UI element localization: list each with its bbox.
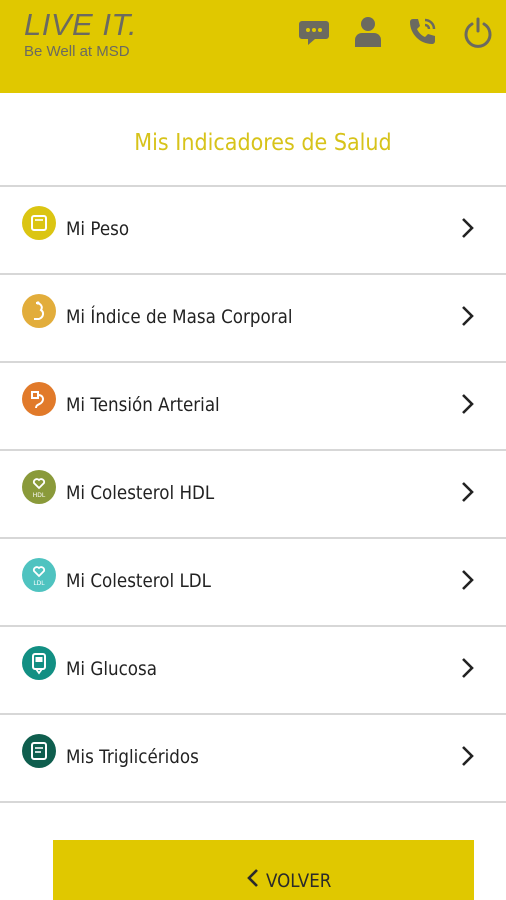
page-title: Mis Indicadores de Salud	[134, 130, 392, 156]
app-header: LIVE IT. Be Well at MSD	[0, 0, 506, 93]
indicator-label: Mi Glucosa	[66, 658, 157, 680]
body-mass-icon	[22, 294, 56, 328]
ldl-badge-text: LDL	[33, 580, 45, 587]
indicator-label: Mis Triglicéridos	[66, 746, 199, 768]
indicator-row-ldl[interactable]: LDL Mi Colesterol LDL	[0, 539, 506, 627]
chevron-right-icon	[460, 217, 476, 239]
indicator-label: Mi Tensión Arterial	[66, 394, 220, 416]
chevron-right-icon	[460, 745, 476, 767]
hdl-badge-text: HDL	[33, 492, 46, 499]
indicator-row-glucosa[interactable]: Mi Glucosa	[0, 627, 506, 715]
chevron-right-icon	[460, 481, 476, 503]
back-button[interactable]	[53, 840, 474, 900]
indicator-row-tension[interactable]: Mi Tensión Arterial	[0, 363, 506, 451]
indicator-label: Mi Peso	[66, 218, 130, 240]
indicator-label: Mi Colesterol HDL	[66, 482, 215, 504]
indicator-row-trigliceridos[interactable]: Mis Triglicéridos	[0, 715, 506, 803]
chevron-right-icon	[460, 393, 476, 415]
scale-icon	[22, 206, 56, 240]
indicator-row-peso[interactable]: Mi Peso	[0, 185, 506, 275]
app-tagline: Be Well at MSD	[24, 43, 130, 60]
chevron-left-icon	[246, 868, 260, 890]
profile-icon[interactable]	[352, 16, 384, 48]
phone-icon[interactable]	[406, 16, 438, 48]
blood-pressure-icon	[22, 382, 56, 416]
chevron-right-icon	[460, 657, 476, 679]
indicator-label: Mi Colesterol LDL	[66, 570, 211, 592]
cholesterol-hdl-icon: HDL	[22, 470, 56, 504]
back-button-label: VOLVER	[266, 870, 332, 892]
indicator-list: Mi Peso Mi Índice de Masa Corporal Mi Te…	[0, 185, 506, 803]
chat-icon[interactable]	[298, 16, 330, 48]
cholesterol-ldl-icon: LDL	[22, 558, 56, 592]
chevron-right-icon	[460, 569, 476, 591]
chevron-right-icon	[460, 305, 476, 327]
app-logo: LIVE IT.	[24, 7, 138, 42]
indicator-label: Mi Índice de Masa Corporal	[66, 306, 293, 328]
indicator-row-hdl[interactable]: HDL Mi Colesterol HDL	[0, 451, 506, 539]
glucose-meter-icon	[22, 646, 56, 680]
indicator-row-imc[interactable]: Mi Índice de Masa Corporal	[0, 275, 506, 363]
triglycerides-icon	[22, 734, 56, 768]
power-icon[interactable]	[462, 16, 494, 48]
